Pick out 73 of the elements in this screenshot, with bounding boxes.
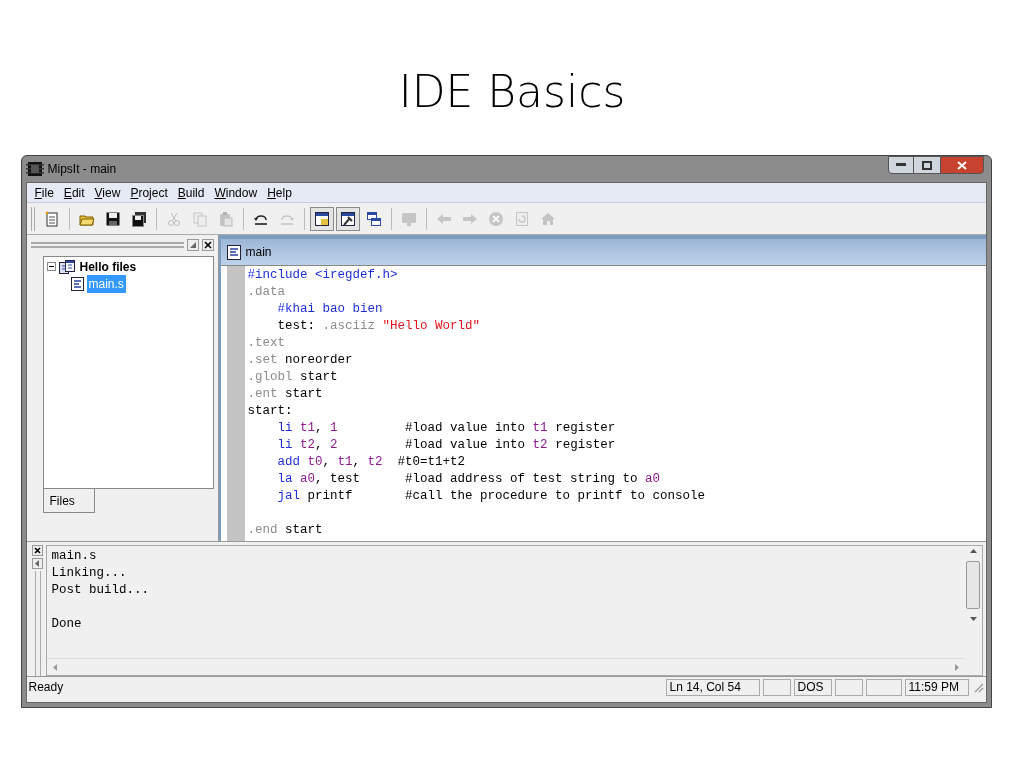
code-line: test: .asciiz "Hello World" (276, 318, 482, 335)
code-line: .globl start (247, 369, 339, 386)
maximize-button[interactable] (913, 156, 940, 174)
code-line: li t2, 2 #load value into t2 register (276, 437, 617, 454)
output-line: main.s (51, 548, 98, 565)
monitor-icon (400, 210, 417, 227)
tree-item[interactable]: Hello files (77, 257, 139, 276)
close-icon[interactable] (201, 239, 214, 251)
code-line: .set noreorder (247, 352, 354, 369)
close-icon (956, 160, 967, 170)
save-all-icon (130, 210, 147, 227)
new-file-icon (43, 210, 60, 227)
cascade-windows-icon (365, 210, 382, 227)
code-line: .ent start (247, 386, 324, 403)
copy-icon (191, 210, 208, 227)
scroll-right-icon[interactable] (954, 663, 959, 671)
stop-icon (487, 210, 504, 227)
document-title: main (245, 244, 272, 261)
window-panel-icon (313, 210, 330, 227)
code-line: la a0, test #load address of test string to a0 (276, 471, 662, 488)
refresh-icon (513, 210, 530, 227)
scroll-down-icon[interactable] (969, 617, 977, 621)
code-line: .end start (247, 522, 324, 539)
close-button[interactable] (939, 156, 984, 174)
code-line: #khai bao bien (276, 301, 384, 318)
panel-tab[interactable]: Files (42, 489, 95, 513)
code-line: #include <iregdef.h> (247, 267, 399, 284)
output-line: Done (51, 616, 83, 633)
expand-up-icon[interactable] (186, 239, 199, 251)
window-panel-button[interactable] (309, 206, 334, 231)
paste-icon (217, 210, 234, 227)
menu-item[interactable]: Window (209, 183, 263, 202)
status-pane (834, 678, 863, 696)
window-title: MipsIt - main (47, 161, 117, 178)
scissors-icon (165, 210, 182, 227)
status-pane (865, 678, 902, 696)
expand-toggle-icon[interactable] (46, 262, 56, 271)
output-line: Linking... (51, 565, 128, 582)
maximize-icon (921, 160, 932, 170)
status-message: Ready (28, 679, 65, 696)
collapse-left-icon[interactable] (32, 558, 43, 569)
code-line: start: (247, 403, 294, 420)
project-icon (58, 259, 75, 274)
chip-icon (25, 161, 44, 177)
scroll-up-icon[interactable] (969, 549, 977, 553)
status-pane: 11:59 PM (904, 678, 969, 696)
scrollbar-thumb[interactable] (966, 561, 980, 609)
source-file-icon (70, 276, 84, 291)
menu-item[interactable]: Edit (58, 183, 90, 202)
status-pane: Ln 14, Col 54 (665, 678, 760, 696)
slide-title: IDE Basics (398, 65, 626, 119)
menu-item[interactable]: View (89, 183, 126, 202)
menu-item[interactable]: Build (172, 183, 210, 202)
close-icon[interactable] (32, 545, 43, 556)
code-line: .data (247, 284, 286, 301)
minimize-button[interactable] (887, 156, 914, 174)
home-icon (539, 210, 556, 227)
menu-item[interactable]: File (29, 183, 59, 202)
menu-item[interactable]: Help (262, 183, 297, 202)
status-pane (762, 678, 791, 696)
save-icon (104, 210, 121, 227)
output-line: Post build... (51, 582, 151, 599)
code-line: .text (247, 335, 286, 352)
window-hammer-button[interactable] (335, 206, 360, 231)
source-file-icon (226, 244, 241, 260)
code-line: jal printf #call the procedure to printf to console (276, 488, 706, 505)
minimize-icon (895, 163, 906, 167)
status-pane: DOS (793, 678, 832, 696)
code-line: li t1, 1 #load value into t1 register (276, 420, 617, 437)
code-line: add t0, t1, t2 #t0=t1+t2 (276, 454, 467, 471)
window-hammer-icon (339, 210, 356, 227)
scroll-left-icon[interactable] (52, 663, 57, 671)
menu-item[interactable]: Project (125, 183, 173, 202)
